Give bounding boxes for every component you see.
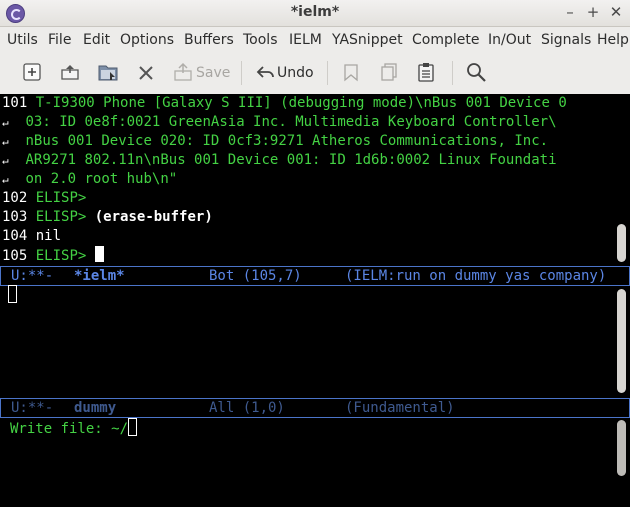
buffer-line: 105 ELISP> <box>2 246 104 265</box>
menu-ielm[interactable]: IELM <box>289 32 322 48</box>
major-mode[interactable]: (Fundamental) <box>345 399 455 417</box>
buffer-line: 101 T-I9300 Phone [Galaxy S III] (debugg… <box>2 95 567 111</box>
window-title: *ielm* <box>290 4 340 20</box>
new-file-icon[interactable] <box>22 62 42 84</box>
buffer-position: All (1,0) <box>209 400 285 416</box>
open-folder-icon[interactable] <box>60 62 80 84</box>
menu-complete[interactable]: Complete <box>412 32 479 48</box>
minibuffer-line[interactable]: Write file: ~/ <box>10 418 138 437</box>
copy-icon[interactable] <box>379 62 399 84</box>
menu-file[interactable]: File <box>48 32 71 48</box>
scrollbar-thumb <box>617 420 626 476</box>
dummy-scrollbar[interactable] <box>614 286 630 398</box>
buffer-line: ↵ nBus 001 Device 020: ID 0cf3:9271 Athe… <box>2 133 557 149</box>
menu-options[interactable]: Options <box>120 32 174 48</box>
buffer-name[interactable]: *ielm* <box>74 267 125 285</box>
title-bar: *ielm* – + ✕ <box>0 0 630 27</box>
buffer-position: Bot (105,7) <box>209 268 302 284</box>
menu-buffers[interactable]: Buffers <box>184 32 234 48</box>
text-cursor <box>8 285 17 303</box>
tool-bar: Save Undo <box>0 53 630 95</box>
search-icon[interactable] <box>466 62 488 84</box>
kill-buffer-icon[interactable] <box>137 62 155 84</box>
line-wrap-icon: ↵ <box>2 116 9 129</box>
buffer-line: ↵ AR9271 802.11n\nBus 001 Device 001: ID… <box>2 152 557 168</box>
maximize-icon[interactable]: + <box>583 3 603 21</box>
ielm-scrollbar[interactable] <box>614 94 630 266</box>
scrollbar-thumb[interactable] <box>617 289 626 393</box>
dired-icon[interactable] <box>97 62 119 84</box>
buffer-line <box>8 285 17 304</box>
buffer-line: ↵ 03: ID 0e8f:0021 GreenAsia Inc. Multim… <box>2 114 557 130</box>
line-wrap-icon: ↵ <box>2 135 9 148</box>
menu-edit[interactable]: Edit <box>83 32 110 48</box>
menu-help[interactable]: Help <box>597 32 629 48</box>
line-wrap-icon: ↵ <box>2 154 9 167</box>
line-wrap-icon: ↵ <box>2 173 9 186</box>
toolbar-separator <box>452 61 453 85</box>
save-icon <box>173 62 195 84</box>
menu-signals[interactable]: Signals <box>541 32 591 48</box>
buffer-line: ↵ on 2.0 root hub\n" <box>2 171 178 187</box>
ielm-mode-line[interactable]: U:**- *ielm* Bot (105,7) (IELM:run on du… <box>0 266 630 286</box>
minimize-icon[interactable]: – <box>560 3 580 21</box>
buffer-name[interactable]: dummy <box>74 399 116 417</box>
save-button: Save <box>196 65 231 81</box>
text-cursor <box>94 246 104 262</box>
toolbar-separator <box>327 61 328 85</box>
dummy-buffer[interactable] <box>0 285 614 398</box>
minibuffer[interactable]: Write file: ~/ <box>0 418 630 479</box>
buffer-line: 104 nil <box>2 228 62 244</box>
ielm-buffer[interactable]: 101 T-I9300 Phone [Galaxy S III] (debugg… <box>0 94 614 266</box>
cut-icon[interactable] <box>341 62 361 84</box>
buffer-line: 103 ELISP> (erase-buffer) <box>2 209 213 225</box>
menu-utils[interactable]: Utils <box>7 32 38 48</box>
menu-yasnippet[interactable]: YASnippet <box>332 32 403 48</box>
toolbar-separator <box>241 61 242 85</box>
emacs-window: *ielm* – + ✕ Utils File Edit Options Buf… <box>0 0 630 479</box>
dummy-mode-line[interactable]: U:**- dummy All (1,0) (Fundamental) <box>0 398 630 418</box>
major-mode[interactable]: (IELM:run on dummy yas company) <box>345 267 606 285</box>
menu-tools[interactable]: Tools <box>243 32 278 48</box>
undo-icon[interactable] <box>255 62 277 84</box>
minibuffer-scrollbar <box>614 418 630 479</box>
undo-button[interactable]: Undo <box>277 65 314 81</box>
menu-bar: Utils File Edit Options Buffers Tools IE… <box>0 27 630 53</box>
paste-icon[interactable] <box>416 62 436 84</box>
buffer-line: 102 ELISP> <box>2 190 87 206</box>
scrollbar-thumb[interactable] <box>617 224 626 262</box>
close-window-icon[interactable]: ✕ <box>606 3 626 21</box>
text-cursor <box>128 418 138 436</box>
menu-in-out[interactable]: In/Out <box>488 32 531 48</box>
